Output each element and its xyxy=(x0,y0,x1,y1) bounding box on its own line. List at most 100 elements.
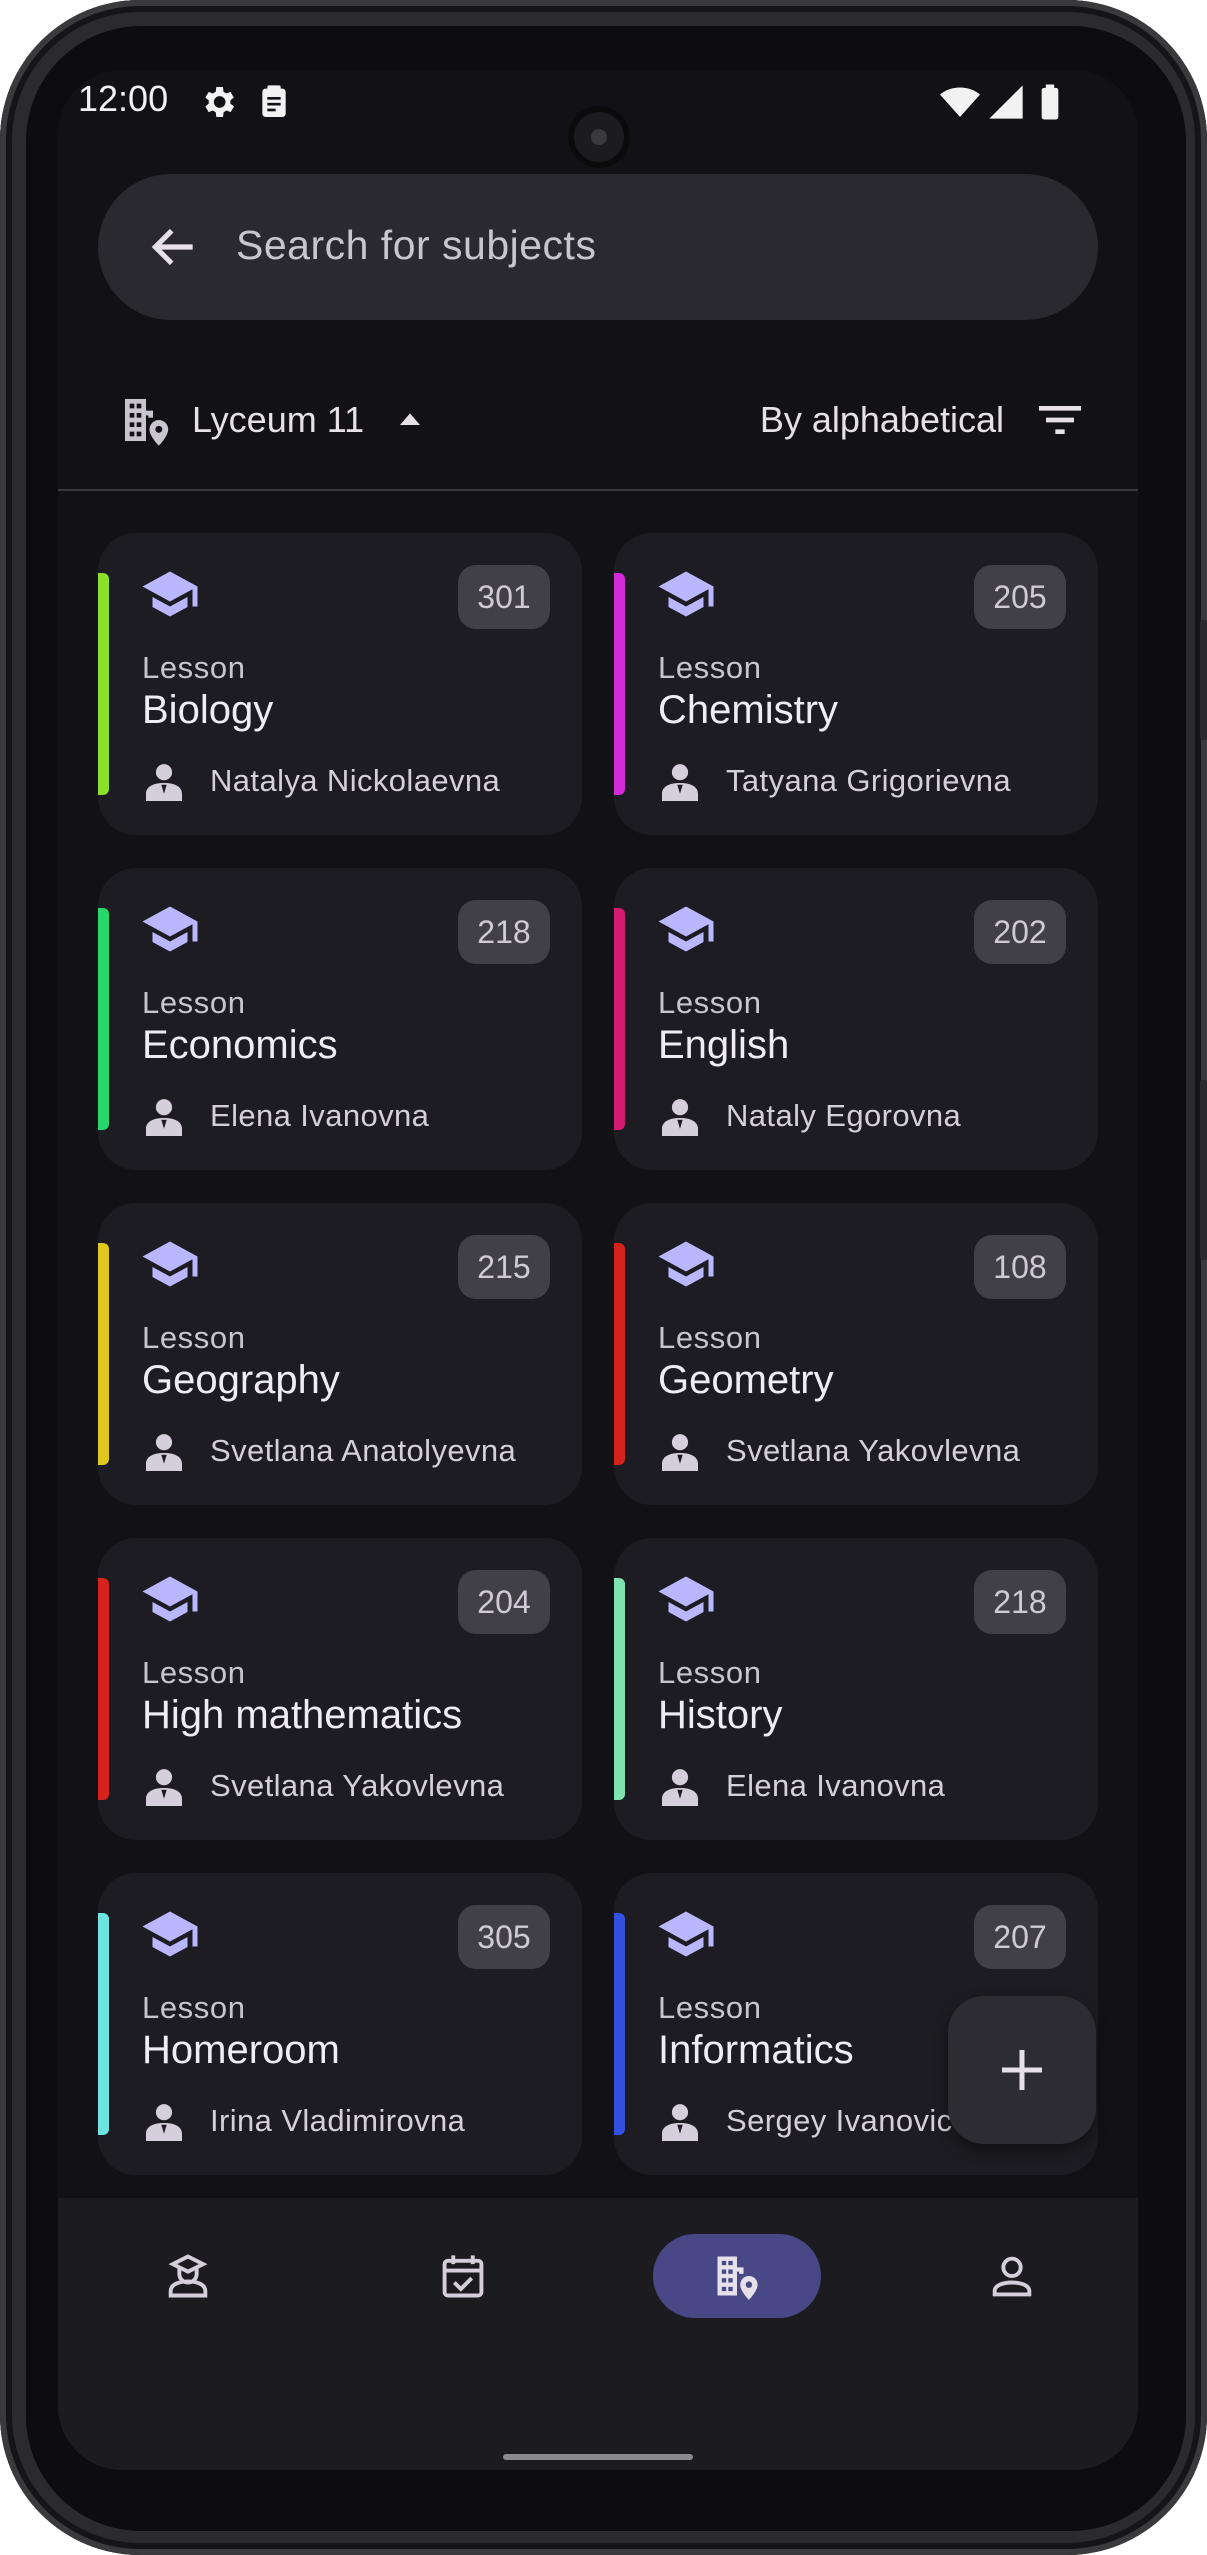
building-location-icon xyxy=(717,2256,758,2300)
teacher-name: Elena Ivanovna xyxy=(210,1098,430,1133)
school-name: Lyceum 11 xyxy=(192,399,365,440)
school-selector[interactable]: Lyceum 11 xyxy=(118,370,430,470)
lesson-card[interactable]: 204 Lesson High mathematics Svetlana Yak… xyxy=(98,1538,582,1840)
nav-schedule[interactable] xyxy=(379,2234,547,2318)
status-time: 12:00 xyxy=(78,78,169,119)
lesson-title: Chemistry xyxy=(658,688,839,732)
filter-row: Lyceum 11 By alphabetical xyxy=(58,370,1138,490)
teacher-name: Elena Ivanovna xyxy=(726,1768,946,1803)
nav-profile[interactable] xyxy=(928,2234,1096,2318)
lesson-title: Biology xyxy=(142,688,274,732)
lesson-card[interactable]: 108 Lesson Geometry Svetlana Yakovlevna xyxy=(614,1203,1098,1505)
lesson-card[interactable]: 218 Lesson History Elena Ivanovna xyxy=(614,1538,1098,1840)
graduation-cap-icon xyxy=(142,906,198,952)
teacher-name: Svetlana Anatolyevna xyxy=(210,1433,517,1468)
filter-list-icon xyxy=(1039,406,1081,434)
search-bar[interactable]: Search for subjects xyxy=(98,174,1098,320)
room-badge: 204 xyxy=(458,1570,550,1634)
lesson-card[interactable]: 301 Lesson Biology Natalya Nickolaevna xyxy=(98,533,582,835)
teacher-name: Sergey Ivanovic xyxy=(726,2103,953,2138)
lesson-title: English xyxy=(658,1023,790,1067)
device-frame: 12:00 Search for subjects Lyceum 11 By a… xyxy=(0,0,1207,2555)
home-indicator xyxy=(503,2454,693,2460)
lesson-color-bar xyxy=(614,1913,625,2135)
teacher-icon xyxy=(146,1769,182,1806)
add-subject-button[interactable] xyxy=(948,1996,1096,2144)
lesson-card[interactable]: 218 Lesson Economics Elena Ivanovna xyxy=(98,868,582,1170)
lesson-type: Lesson xyxy=(142,650,246,685)
teacher-icon xyxy=(662,764,698,801)
lesson-type: Lesson xyxy=(658,1990,762,2025)
lesson-card[interactable]: 202 Lesson English Nataly Egorovna xyxy=(614,868,1098,1170)
teacher-name: Irina Vladimirovna xyxy=(210,2103,466,2138)
lesson-type: Lesson xyxy=(142,1990,246,2025)
teacher-icon xyxy=(662,1099,698,1136)
graduation-cap-icon xyxy=(142,1576,198,1622)
lesson-color-bar xyxy=(614,1578,625,1800)
wifi-icon xyxy=(940,87,980,117)
lesson-type: Lesson xyxy=(142,985,246,1020)
lesson-title: History xyxy=(658,1693,783,1737)
room-badge: 207 xyxy=(974,1905,1066,1969)
front-camera xyxy=(568,106,630,168)
room-badge: 218 xyxy=(974,1570,1066,1634)
lesson-color-bar xyxy=(614,908,625,1130)
lesson-color-bar xyxy=(98,1243,109,1465)
teacher-name: Svetlana Yakovlevna xyxy=(210,1768,505,1803)
lesson-color-bar xyxy=(98,1578,109,1800)
graduation-cap-icon xyxy=(658,1241,714,1287)
nav-teachers[interactable] xyxy=(104,2234,272,2318)
lesson-type: Lesson xyxy=(142,1320,246,1355)
room-badge: 215 xyxy=(458,1235,550,1299)
lesson-type: Lesson xyxy=(658,650,762,685)
bottom-navigation xyxy=(58,2198,1138,2470)
graduation-cap-icon xyxy=(142,1241,198,1287)
lesson-type: Lesson xyxy=(142,1655,246,1690)
graduation-cap-icon xyxy=(658,571,714,617)
teacher-icon xyxy=(662,2104,698,2141)
sort-selector[interactable]: By alphabetical xyxy=(760,370,1088,470)
search-input[interactable]: Search for subjects xyxy=(236,222,596,269)
lesson-type: Lesson xyxy=(658,1655,762,1690)
lesson-color-bar xyxy=(98,908,109,1130)
teacher-icon xyxy=(662,1434,698,1471)
person-icon xyxy=(992,2256,1032,2297)
teacher-icon xyxy=(146,1099,182,1136)
teacher-name: Svetlana Yakovlevna xyxy=(726,1433,1021,1468)
sort-label: By alphabetical xyxy=(759,399,1004,440)
lesson-title: Homeroom xyxy=(142,2028,340,2072)
room-badge: 305 xyxy=(458,1905,550,1969)
battery-icon xyxy=(1041,84,1059,120)
lesson-title: Geography xyxy=(142,1358,340,1402)
teacher-icon xyxy=(146,764,182,801)
graduation-cap-icon xyxy=(658,1911,714,1957)
lesson-color-bar xyxy=(614,1243,625,1465)
caret-up-icon xyxy=(400,413,421,425)
lesson-card[interactable]: 205 Lesson Chemistry Tatyana Grigorievna xyxy=(614,533,1098,835)
graduation-cap-icon xyxy=(142,1911,198,1957)
room-badge: 205 xyxy=(974,565,1066,629)
arrow-back-icon[interactable] xyxy=(146,219,202,275)
teacher-name: Natalya Nickolaevna xyxy=(210,763,501,798)
room-badge: 202 xyxy=(974,900,1066,964)
lesson-title: Geometry xyxy=(658,1358,834,1402)
divider xyxy=(58,489,1138,491)
lesson-color-bar xyxy=(98,573,109,795)
teacher-name: Nataly Egorovna xyxy=(726,1098,962,1133)
nav-subjects[interactable] xyxy=(653,2234,821,2318)
lesson-card[interactable]: 215 Lesson Geography Svetlana Anatolyevn… xyxy=(98,1203,582,1505)
teacher-icon xyxy=(662,1769,698,1806)
lesson-type: Lesson xyxy=(658,1320,762,1355)
lesson-card[interactable]: 305 Lesson Homeroom Irina Vladimirovna xyxy=(98,1873,582,2175)
gear-icon xyxy=(205,87,234,117)
room-badge: 301 xyxy=(458,565,550,629)
teacher-name: Tatyana Grigorievna xyxy=(726,763,1012,798)
room-badge: 108 xyxy=(974,1235,1066,1299)
building-location-icon xyxy=(125,399,169,446)
room-badge: 218 xyxy=(458,900,550,964)
graduation-cap-icon xyxy=(658,906,714,952)
graduation-cap-icon xyxy=(142,571,198,617)
graduation-cap-icon xyxy=(658,1576,714,1622)
volume-button xyxy=(1200,1080,1207,1260)
screen: 12:00 Search for subjects Lyceum 11 By a… xyxy=(58,70,1138,2470)
